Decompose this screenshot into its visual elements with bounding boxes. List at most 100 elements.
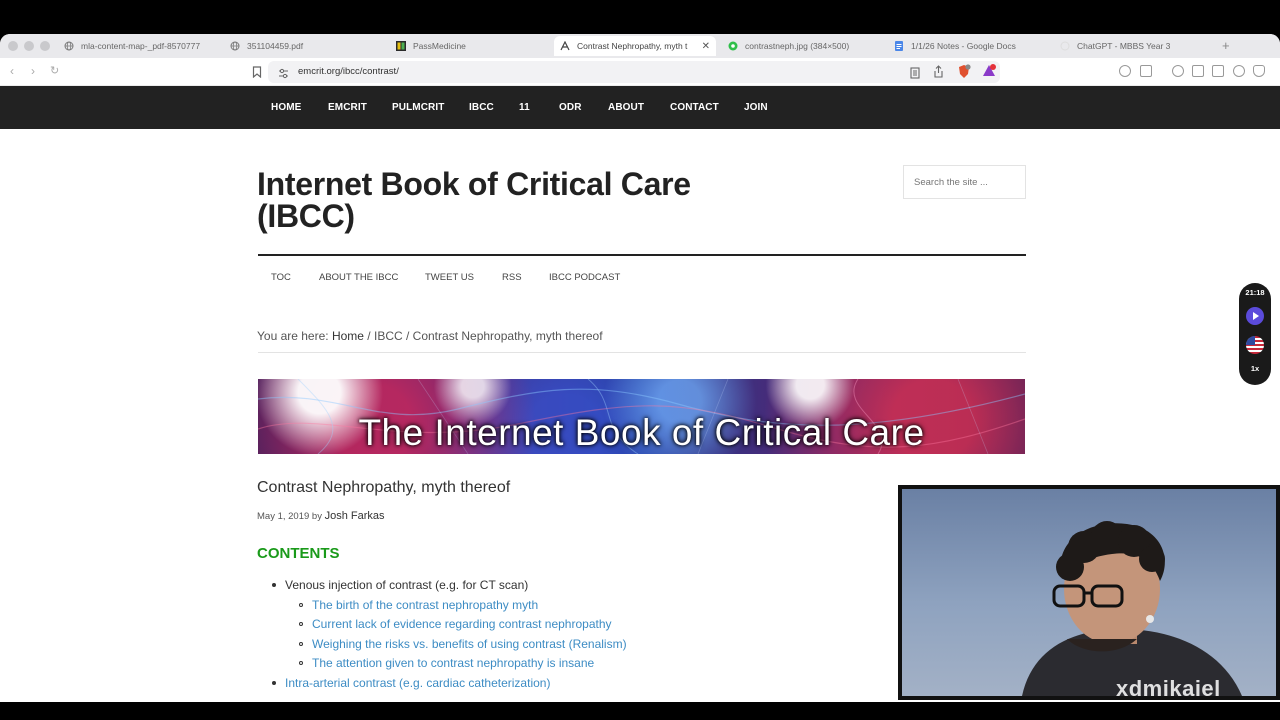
toc-link-label[interactable]: Current lack of evidence regarding contr… bbox=[312, 617, 612, 631]
toc-link-label[interactable]: Weighing the risks vs. benefits of using… bbox=[312, 637, 627, 651]
docs-icon bbox=[894, 41, 904, 51]
search-input[interactable] bbox=[903, 165, 1026, 199]
toc-link-label[interactable]: The birth of the contrast nephropathy my… bbox=[312, 598, 538, 612]
tab-google-docs[interactable]: 1/1/26 Notes - Google Docs bbox=[888, 36, 1048, 56]
brave-rewards-icon[interactable] bbox=[982, 64, 996, 83]
nav-pulmcrit[interactable]: PULMCRIT bbox=[392, 102, 444, 113]
webcam-overlay bbox=[898, 485, 1280, 700]
tab-contrast-nephropathy[interactable]: Contrast Nephropathy, myth t ✕ bbox=[554, 36, 716, 56]
breadcrumb-current: Contrast Nephropathy, myth thereof bbox=[412, 329, 603, 343]
breadcrumb-home[interactable]: Home bbox=[332, 329, 364, 343]
toc-link[interactable]: Intra-arterial contrast (e.g. cardiac ca… bbox=[272, 676, 550, 690]
share-icon[interactable] bbox=[933, 65, 944, 83]
toc-link[interactable]: Current lack of evidence regarding contr… bbox=[299, 617, 612, 631]
tab-chatgpt[interactable]: ChatGPT - MBBS Year 3 bbox=[1054, 36, 1214, 56]
minimize-window-button[interactable] bbox=[24, 41, 34, 51]
extension-icon[interactable] bbox=[1172, 65, 1184, 77]
tab-label: 1/1/26 Notes - Google Docs bbox=[911, 41, 1016, 51]
playback-speed[interactable]: 1x bbox=[1239, 364, 1271, 373]
bullet bbox=[272, 582, 276, 587]
ibcc-banner-image: The Internet Book of Critical Care bbox=[258, 379, 1025, 454]
breadcrumb-separator: / bbox=[402, 329, 413, 343]
toc-link[interactable]: Weighing the risks vs. benefits of using… bbox=[299, 637, 627, 651]
tab-label: PassMedicine bbox=[413, 41, 466, 51]
site-settings-icon[interactable] bbox=[278, 66, 289, 84]
wallet-icon[interactable] bbox=[1212, 65, 1224, 77]
play-icon[interactable] bbox=[1246, 307, 1264, 325]
streamer-username: xdmikaiel bbox=[1116, 676, 1221, 701]
widget-time: 21:18 bbox=[1245, 288, 1265, 297]
tab-label: 351104459.pdf bbox=[247, 41, 304, 51]
back-arrow-icon[interactable]: ‹ bbox=[10, 64, 14, 78]
subnav-about-ibcc[interactable]: ABOUT THE IBCC bbox=[319, 272, 398, 283]
header-divider bbox=[258, 254, 1026, 256]
webcam-person bbox=[1022, 521, 1242, 696]
vpn-icon[interactable] bbox=[1253, 65, 1265, 77]
nav-emcrit[interactable]: EMCRIT bbox=[328, 102, 367, 113]
browser-toolbar: ‹ › ↻ emcrit.org/ibcc/contrast/ bbox=[0, 58, 1280, 86]
subnav-rss[interactable]: RSS bbox=[502, 272, 522, 283]
chatgpt-icon bbox=[1060, 41, 1070, 51]
close-window-button[interactable] bbox=[8, 41, 18, 51]
url-text[interactable]: emcrit.org/ibcc/contrast/ bbox=[298, 66, 399, 77]
tab-mla-content-map[interactable]: mla-content-map-_pdf-8570777 bbox=[58, 36, 218, 56]
toc-link[interactable]: The birth of the contrast nephropathy my… bbox=[299, 598, 538, 612]
close-tab-icon[interactable]: ✕ bbox=[702, 41, 710, 52]
tab-contrastneph-jpg[interactable]: contrastneph.jpg (384×500) bbox=[722, 36, 882, 56]
extension-icon[interactable] bbox=[1119, 65, 1131, 77]
bookmark-icon[interactable] bbox=[252, 65, 262, 83]
subnav-tweet-us[interactable]: TWEET US bbox=[425, 272, 474, 283]
nav-about[interactable]: ABOUT bbox=[608, 102, 644, 113]
new-tab-button[interactable]: + bbox=[1222, 38, 1230, 53]
globe-icon bbox=[64, 41, 74, 51]
post-meta: May 1, 2019 by Josh Farkas bbox=[257, 510, 385, 522]
toc-link-label[interactable]: The attention given to contrast nephropa… bbox=[312, 656, 594, 670]
forward-arrow-icon[interactable]: › bbox=[31, 64, 35, 78]
bullet bbox=[299, 602, 303, 607]
tab-label: ChatGPT - MBBS Year 3 bbox=[1077, 41, 1171, 51]
reader-widget: 21:18 1x bbox=[1239, 283, 1271, 385]
nav-join[interactable]: JOIN bbox=[744, 102, 768, 113]
sidebar-icon[interactable] bbox=[1192, 65, 1204, 77]
toc-item-label: Venous injection of contrast (e.g. for C… bbox=[285, 578, 529, 592]
passmedicine-icon bbox=[396, 41, 406, 51]
nav-odr[interactable]: ODR bbox=[559, 102, 582, 113]
breadcrumb-divider bbox=[258, 352, 1026, 353]
bullet bbox=[299, 621, 303, 626]
breadcrumb-separator: / bbox=[363, 329, 374, 343]
nav-11[interactable]: 11 bbox=[519, 102, 530, 113]
tab-passmedicine[interactable]: PassMedicine bbox=[390, 36, 550, 56]
tab-bar: mla-content-map-_pdf-8570777 351104459.p… bbox=[0, 34, 1280, 58]
post-author[interactable]: Josh Farkas bbox=[325, 510, 385, 522]
address-bar[interactable]: emcrit.org/ibcc/contrast/ bbox=[268, 61, 1000, 83]
toc-link-label[interactable]: Intra-arterial contrast (e.g. cardiac ca… bbox=[285, 676, 550, 690]
brave-shields-icon[interactable] bbox=[957, 64, 971, 84]
reload-icon[interactable]: ↻ bbox=[50, 64, 59, 77]
subnav-ibcc-podcast[interactable]: IBCC PODCAST bbox=[549, 272, 620, 283]
site-title[interactable]: Internet Book of Critical Care (IBCC) bbox=[257, 168, 797, 232]
nav-contact[interactable]: CONTACT bbox=[670, 102, 719, 113]
nav-ibcc[interactable]: IBCC bbox=[469, 102, 494, 113]
tab-label: Contrast Nephropathy, myth t bbox=[577, 41, 688, 51]
screen: mla-content-map-_pdf-8570777 351104459.p… bbox=[0, 0, 1280, 720]
toc-link[interactable]: The attention given to contrast nephropa… bbox=[299, 656, 594, 670]
reader-mode-icon[interactable] bbox=[910, 66, 920, 84]
toc-item: Venous injection of contrast (e.g. for C… bbox=[272, 578, 528, 592]
globe-icon bbox=[230, 41, 240, 51]
tab-label: mla-content-map-_pdf-8570777 bbox=[81, 41, 201, 51]
post-by: by bbox=[309, 511, 325, 522]
post-date: May 1, 2019 bbox=[257, 511, 310, 522]
us-flag-icon[interactable] bbox=[1246, 336, 1264, 354]
extension-icon[interactable] bbox=[1233, 65, 1245, 77]
breadcrumb-prefix: You are here: bbox=[257, 329, 332, 343]
subnav-toc[interactable]: TOC bbox=[271, 272, 291, 283]
tab-pdf[interactable]: 351104459.pdf bbox=[224, 36, 384, 56]
nav-home[interactable]: HOME bbox=[271, 102, 301, 113]
breadcrumb: You are here: Home / IBCC / Contrast Nep… bbox=[257, 329, 603, 343]
breadcrumb-ibcc[interactable]: IBCC bbox=[374, 329, 403, 343]
post-title: Contrast Nephropathy, myth thereof bbox=[257, 479, 511, 496]
bullet bbox=[272, 680, 276, 685]
extension-icon[interactable] bbox=[1140, 65, 1152, 77]
green-circle-icon bbox=[728, 41, 738, 51]
zoom-window-button[interactable] bbox=[40, 41, 50, 51]
